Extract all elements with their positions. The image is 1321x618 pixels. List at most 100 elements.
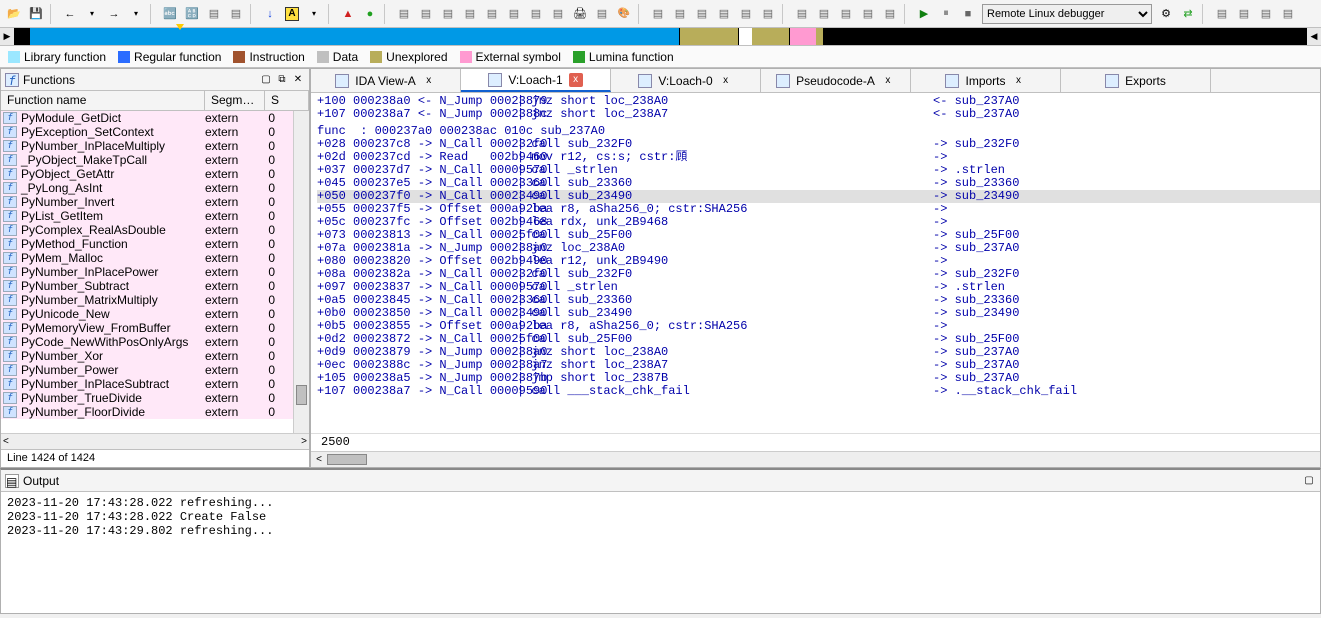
disasm-line[interactable]: +107 000238a7 <- N_Jump 0002388c| jnz sh… <box>317 108 1320 121</box>
function-row[interactable]: fPyModule_GetDictextern0 <box>1 111 309 125</box>
tree1-icon[interactable] <box>438 4 458 24</box>
function-row[interactable]: fPyList_GetItemextern0 <box>1 209 309 223</box>
function-row[interactable]: f_PyLong_AsIntextern0 <box>1 181 309 195</box>
struct5-icon[interactable] <box>736 4 756 24</box>
function-row[interactable]: fPyUnicode_Newextern0 <box>1 307 309 321</box>
function-row[interactable]: fPyObject_GetAttrextern0 <box>1 167 309 181</box>
print-icon[interactable]: 🖨 <box>570 4 590 24</box>
open-icon[interactable] <box>4 4 24 24</box>
type5-icon[interactable] <box>880 4 900 24</box>
tab[interactable]: V:Loach-0x <box>611 69 761 92</box>
nav-segment[interactable] <box>680 28 738 45</box>
save-icon[interactable] <box>26 4 46 24</box>
tree3-icon[interactable] <box>482 4 502 24</box>
panel-restore-icon[interactable]: ⧉ <box>275 73 289 87</box>
xrefs-icon[interactable] <box>394 4 414 24</box>
pause-icon[interactable] <box>936 4 956 24</box>
palette-icon[interactable] <box>614 4 634 24</box>
debugger-select[interactable]: Remote Linux debugger <box>982 4 1152 24</box>
graph-icon[interactable] <box>416 4 436 24</box>
struct6-icon[interactable] <box>758 4 778 24</box>
tab-close-icon[interactable]: x <box>1012 74 1026 88</box>
function-row[interactable]: fPyNumber_InPlaceMultiplyextern0 <box>1 139 309 153</box>
type2-icon[interactable] <box>814 4 834 24</box>
nav-left-icon[interactable]: ▶ <box>0 28 14 45</box>
text-highlight-icon[interactable]: A <box>282 4 302 24</box>
type3-icon[interactable] <box>836 4 856 24</box>
struct1-icon[interactable] <box>648 4 668 24</box>
tab[interactable]: Exports <box>1061 69 1211 92</box>
nav-segment[interactable] <box>790 28 816 45</box>
nav-segment[interactable] <box>739 28 752 45</box>
output-minimize-icon[interactable]: ▢ <box>1302 474 1316 488</box>
struct3-icon[interactable] <box>692 4 712 24</box>
function-row[interactable]: fPyCode_NewWithPosOnlyArgsextern0 <box>1 335 309 349</box>
go-icon[interactable] <box>360 4 380 24</box>
tab-close-icon[interactable]: x <box>422 74 436 88</box>
function-row[interactable]: fPyNumber_Subtractextern0 <box>1 279 309 293</box>
run-icon[interactable] <box>914 4 934 24</box>
tab[interactable]: Importsx <box>911 69 1061 92</box>
jump-down-icon[interactable] <box>260 4 280 24</box>
function-row[interactable]: fPyMem_Mallocextern0 <box>1 251 309 265</box>
tab-close-icon[interactable]: x <box>881 74 895 88</box>
column-function-name[interactable]: Function name <box>1 91 205 110</box>
hscroll-thumb[interactable] <box>327 454 367 465</box>
function-row[interactable]: fPyMemoryView_FromBufferextern0 <box>1 321 309 335</box>
tab[interactable]: IDA View-Ax <box>311 69 461 92</box>
tab-close-icon[interactable]: x <box>719 74 733 88</box>
function-row[interactable]: fPyNumber_TrueDivideextern0 <box>1 391 309 405</box>
tab[interactable]: Pseudocode-Ax <box>761 69 911 92</box>
functions-hscrollbar[interactable]: <> <box>1 433 309 449</box>
tree5-icon[interactable] <box>526 4 546 24</box>
forward-dropdown-icon[interactable]: ▾ <box>126 4 146 24</box>
functions-vscrollbar[interactable] <box>293 111 309 433</box>
panel-close-icon[interactable]: ✕ <box>291 73 305 87</box>
window1-icon[interactable] <box>1212 4 1232 24</box>
debugger-settings-icon[interactable] <box>1156 4 1176 24</box>
disasm-line[interactable]: +107 000238a7 -> N_Call 00009590| call _… <box>317 385 1320 398</box>
output-body[interactable]: 2023-11-20 17:43:28.022 refreshing... 20… <box>1 492 1320 613</box>
function-row[interactable]: fPyNumber_InPlacePowerextern0 <box>1 265 309 279</box>
column-s[interactable]: S <box>265 91 309 110</box>
disassembly-content[interactable]: +100 000238a0 <- N_Jump 00023879| jnz sh… <box>311 93 1320 433</box>
type4-icon[interactable] <box>858 4 878 24</box>
forward-icon[interactable] <box>104 4 124 24</box>
function-row[interactable]: fPyNumber_MatrixMultiplyextern0 <box>1 293 309 307</box>
tab-close-icon[interactable]: x <box>569 73 583 87</box>
panel-minimize-icon[interactable]: ▢ <box>259 73 273 87</box>
function-row[interactable]: fPyNumber_Powerextern0 <box>1 363 309 377</box>
window3-icon[interactable] <box>1256 4 1276 24</box>
nav-segment[interactable] <box>816 28 824 45</box>
back-dropdown-icon[interactable]: ▾ <box>82 4 102 24</box>
function-row[interactable]: fPyNumber_FloorDivideextern0 <box>1 405 309 419</box>
nav-segment[interactable] <box>30 28 679 45</box>
function-row[interactable]: fPyNumber_Xorextern0 <box>1 349 309 363</box>
back-icon[interactable] <box>60 4 80 24</box>
function-row[interactable]: fPyException_SetContextextern0 <box>1 125 309 139</box>
function-row[interactable]: fPyNumber_InPlaceSubtractextern0 <box>1 377 309 391</box>
window4-icon[interactable] <box>1278 4 1298 24</box>
names-icon[interactable] <box>226 4 246 24</box>
tree6-icon[interactable] <box>548 4 568 24</box>
tab[interactable]: V:Loach-1x <box>461 69 611 92</box>
function-row[interactable]: fPyComplex_RealAsDoubleextern0 <box>1 223 309 237</box>
script-icon[interactable] <box>592 4 612 24</box>
function-row[interactable]: fPyNumber_Invertextern0 <box>1 195 309 209</box>
window2-icon[interactable] <box>1234 4 1254 24</box>
breakpoint-icon[interactable] <box>338 4 358 24</box>
binmode-icon[interactable]: 🔤 <box>160 4 180 24</box>
text-highlight-dropdown-icon[interactable]: ▾ <box>304 4 324 24</box>
disassembly-hscrollbar[interactable]: < <box>311 451 1320 467</box>
type1-icon[interactable] <box>792 4 812 24</box>
textmode-icon[interactable]: 🔠 <box>182 4 202 24</box>
nav-right-icon[interactable]: ◀ <box>1307 28 1321 45</box>
function-row[interactable]: fPyMethod_Functionextern0 <box>1 237 309 251</box>
function-row[interactable]: f_PyObject_MakeTpCallextern0 <box>1 153 309 167</box>
remote-icon[interactable]: ⇄ <box>1178 4 1198 24</box>
struct2-icon[interactable] <box>670 4 690 24</box>
functions-list[interactable]: fPyModule_GetDictextern0fPyException_Set… <box>1 111 309 433</box>
navigation-strip[interactable] <box>14 28 1307 45</box>
struct4-icon[interactable] <box>714 4 734 24</box>
nav-segment[interactable] <box>752 28 788 45</box>
